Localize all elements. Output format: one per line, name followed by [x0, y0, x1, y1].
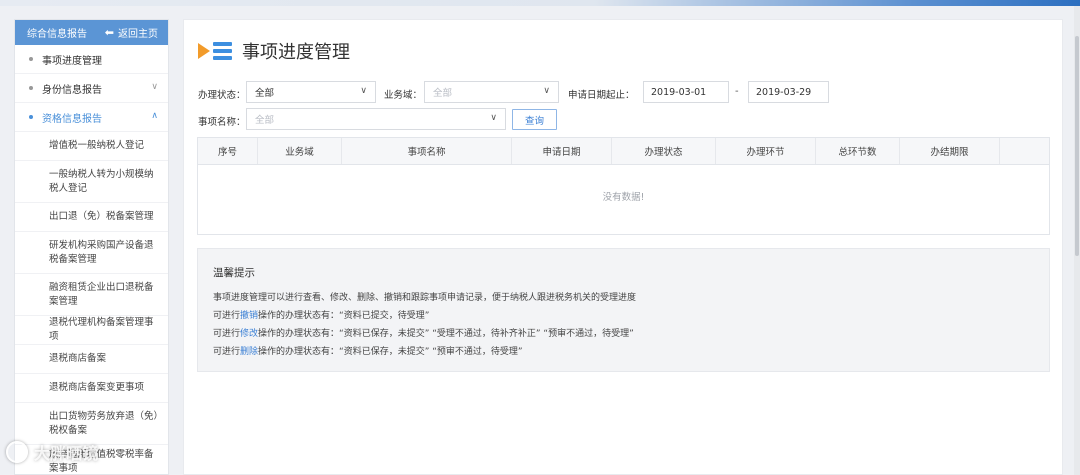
item-name-value: 全部 [255, 115, 275, 126]
progress-table: 序号 业务域 事项名称 申请日期 办理状态 办理环节 总环节数 办结期限 没有数… [197, 137, 1050, 235]
domain-select[interactable]: 全部 ∨ [424, 81, 559, 103]
empty-state-text: 没有数据! [602, 192, 645, 203]
tips-text: 可进行 [213, 311, 241, 321]
chevron-down-icon: ∨ [490, 113, 497, 123]
back-home-button[interactable]: ⬅ 返回主页 [105, 25, 158, 40]
status-label: 办理状态： [198, 90, 246, 101]
domain-value: 全部 [433, 88, 453, 99]
scrollbar-thumb[interactable] [1075, 36, 1079, 256]
column-header[interactable]: 序号 [198, 138, 258, 164]
date-from-value: 2019-03-01 [651, 86, 707, 98]
watermark: 大胖晒镜 [6, 440, 98, 464]
tips-line: 可进行撤销操作的办理状态有：“资料已提交，待受理” [213, 307, 1034, 325]
watermark-logo-icon [6, 441, 28, 463]
item-name-label: 事项名称： [198, 117, 246, 128]
back-home-label: 返回主页 [118, 29, 158, 40]
chevron-down-icon: ∨ [360, 86, 367, 96]
domain-label: 业务域： [384, 90, 423, 101]
progress-list-icon [198, 40, 232, 62]
sidebar-item-qualification[interactable]: 资格信息报告 ∧ [15, 103, 168, 132]
chevron-down-icon: ∨ [151, 82, 158, 92]
tips-text: 操作的办理状态有：“资料已保存，未提交” “预审不通过，待受理” [258, 347, 523, 357]
column-header[interactable]: 业务域 [258, 138, 342, 164]
bullet-icon [29, 57, 33, 61]
sidebar-item-label: 资格信息报告 [42, 113, 102, 125]
column-header[interactable]: 办理状态 [612, 138, 716, 164]
tips-title: 温馨提示 [213, 267, 255, 279]
sidebar: 综合信息报告 ⬅ 返回主页 事项进度管理 身份信息报告 ∨ 资格信息报告 ∧ 增… [14, 19, 169, 475]
sidebar-subitem[interactable]: 增值税一般纳税人登记 [15, 132, 168, 161]
tips-line: 可进行删除操作的办理状态有：“资料已保存，未提交” “预审不通过，待受理” [213, 343, 1034, 361]
sidebar-item-progress[interactable]: 事项进度管理 [15, 45, 168, 74]
tips-text: 操作的办理状态有：“资料已保存，未提交” “受理不通过，待补齐补正” “预审不通… [258, 329, 634, 339]
tips-text: 可进行 [213, 347, 241, 357]
top-gradient-bar [0, 0, 1080, 6]
delete-link[interactable]: 删除 [240, 347, 258, 357]
date-range-label: 申请日期起止： [568, 90, 635, 101]
chevron-up-icon: ∧ [151, 111, 158, 121]
status-value: 全部 [255, 88, 275, 99]
sidebar-item-identity[interactable]: 身份信息报告 ∨ [15, 74, 168, 103]
column-header[interactable]: 申请日期 [512, 138, 612, 164]
revoke-link[interactable]: 撤销 [240, 311, 258, 321]
sidebar-subitem[interactable]: 融资租赁企业出口退税备案管理 [15, 274, 168, 316]
tips-text: 可进行 [213, 329, 241, 339]
sidebar-subitem[interactable]: 出口退（免）税备案管理 [15, 203, 168, 232]
sidebar-subitem[interactable]: 出口货物劳务放弃退（免）税权备案 [15, 403, 168, 445]
status-select[interactable]: 全部 ∨ [246, 81, 376, 103]
date-from-input[interactable]: 2019-03-01 [643, 81, 729, 103]
sidebar-item-label: 身份信息报告 [42, 84, 102, 96]
watermark-text: 大胖晒镜 [34, 444, 99, 463]
back-arrow-icon: ⬅ [104, 26, 114, 39]
column-header[interactable]: 事项名称 [342, 138, 512, 164]
tips-line: 可进行修改操作的办理状态有：“资料已保存，未提交” “受理不通过，待补齐补正” … [213, 325, 1034, 343]
date-separator: - [735, 86, 739, 97]
sidebar-subitem[interactable]: 退税商店备案变更事项 [15, 374, 168, 403]
bullet-icon [29, 86, 33, 90]
modify-link[interactable]: 修改 [240, 329, 258, 339]
column-header[interactable]: 办结期限 [900, 138, 1000, 164]
date-to-value: 2019-03-29 [756, 86, 812, 98]
chevron-down-icon: ∨ [543, 86, 550, 96]
sidebar-subitem[interactable]: 一般纳税人转为小规模纳税人登记 [15, 161, 168, 203]
column-header-blank [1000, 138, 1049, 164]
date-to-input[interactable]: 2019-03-29 [748, 81, 829, 103]
sidebar-title: 综合信息报告 [27, 29, 87, 40]
sidebar-subitem[interactable]: 研发机构采购国产设备退税备案管理 [15, 232, 168, 274]
sidebar-item-label: 事项进度管理 [42, 55, 102, 67]
query-button[interactable]: 查询 [512, 109, 557, 130]
column-header[interactable]: 办理环节 [716, 138, 816, 164]
column-header[interactable]: 总环节数 [816, 138, 900, 164]
table-header: 序号 业务域 事项名称 申请日期 办理状态 办理环节 总环节数 办结期限 [198, 138, 1049, 165]
page-header: 事项进度管理 [198, 38, 350, 64]
sidebar-subitem[interactable]: 退税商店备案 [15, 345, 168, 374]
tips-text: 操作的办理状态有：“资料已提交，待受理” [258, 311, 430, 321]
sidebar-subitem[interactable]: 退税代理机构备案管理事项 [15, 316, 168, 345]
main-panel: 事项进度管理 办理状态： 全部 ∨ 业务域： 全部 ∨ 申请日期起止： 2019… [183, 19, 1063, 475]
page-scrollbar[interactable] [1074, 6, 1080, 475]
tips-panel: 温馨提示 事项进度管理可以进行查看、修改、删除、撤销和跟踪事项申请记录，便于纳税… [197, 248, 1050, 372]
page-title: 事项进度管理 [242, 42, 350, 63]
sidebar-header: 综合信息报告 ⬅ 返回主页 [15, 20, 168, 45]
tips-line: 事项进度管理可以进行查看、修改、删除、撤销和跟踪事项申请记录，便于纳税人跟进税务… [213, 293, 637, 303]
item-name-select[interactable]: 全部 ∨ [246, 108, 506, 130]
bullet-icon [29, 115, 33, 119]
